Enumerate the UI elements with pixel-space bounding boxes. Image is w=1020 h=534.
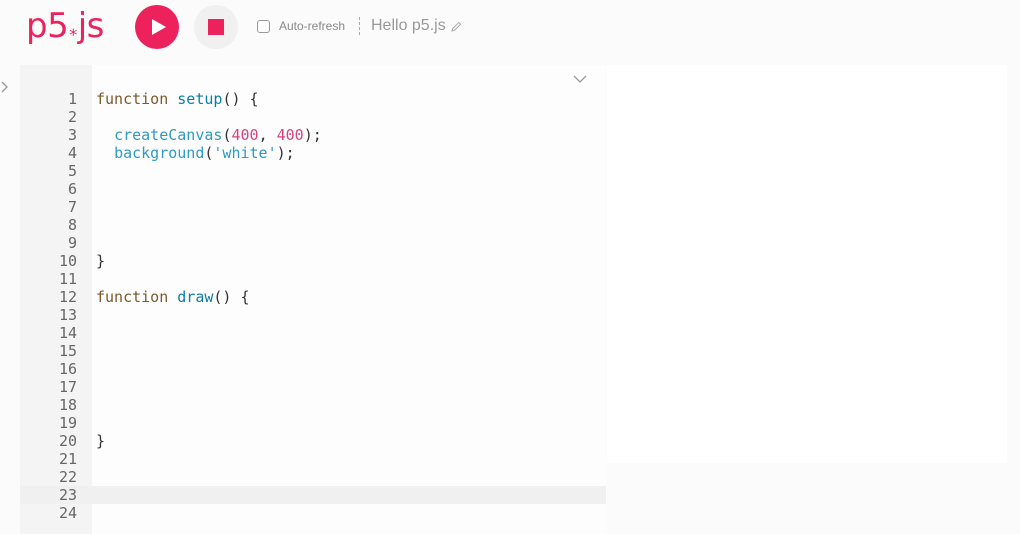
auto-refresh-checkbox[interactable] bbox=[257, 19, 270, 33]
code-line[interactable]: 15 bbox=[20, 342, 606, 360]
code-token: function bbox=[96, 90, 169, 108]
line-number: 5 bbox=[67, 162, 77, 180]
code-token: background bbox=[114, 144, 205, 162]
line-number: 2 bbox=[67, 108, 77, 126]
code-token: () { bbox=[222, 90, 259, 108]
code-line[interactable]: 20} bbox=[20, 432, 606, 450]
code-line[interactable]: 14 bbox=[20, 324, 606, 342]
code-text: createCanvas(400, 400); bbox=[96, 126, 322, 144]
code-line[interactable]: 17 bbox=[20, 378, 606, 396]
code-token: setup bbox=[177, 90, 223, 108]
code-token: 'white' bbox=[213, 144, 277, 162]
stop-button[interactable] bbox=[194, 5, 238, 49]
code-line[interactable]: 2 bbox=[20, 108, 606, 126]
line-number: 1 bbox=[67, 90, 77, 108]
code-token: createCanvas bbox=[114, 126, 223, 144]
code-token: draw bbox=[177, 288, 214, 306]
line-number: 16 bbox=[58, 360, 77, 378]
code-text: function setup() { bbox=[96, 90, 259, 108]
sketch-preview-canvas[interactable] bbox=[607, 65, 1007, 463]
line-number: 10 bbox=[58, 252, 77, 270]
toolbar: p5*js Auto-refresh Hello p5.js bbox=[0, 0, 1020, 64]
line-number: 6 bbox=[67, 180, 77, 198]
code-text: } bbox=[96, 252, 105, 270]
code-line[interactable]: 22 bbox=[20, 468, 606, 486]
auto-refresh-label: Auto-refresh bbox=[279, 19, 346, 33]
logo-main: p5 bbox=[26, 6, 69, 46]
line-number: 7 bbox=[67, 198, 77, 216]
line-number: 20 bbox=[58, 432, 77, 450]
chevron-down-icon[interactable] bbox=[572, 74, 588, 84]
code-line[interactable]: 21 bbox=[20, 450, 606, 468]
play-icon bbox=[152, 19, 166, 35]
code-line[interactable]: 11 bbox=[20, 270, 606, 288]
code-line[interactable]: 9 bbox=[20, 234, 606, 252]
sketch-name[interactable]: Hello p5.js bbox=[371, 17, 462, 35]
code-line[interactable]: 3 createCanvas(400, 400); bbox=[20, 126, 606, 144]
code-token: } bbox=[96, 252, 106, 270]
logo-asterisk: * bbox=[69, 25, 77, 44]
code-text: function draw() { bbox=[96, 288, 250, 306]
sketch-name-text: Hello p5.js bbox=[371, 17, 446, 34]
code-line[interactable]: 6 bbox=[20, 180, 606, 198]
code-lines: 1 function setup() {2 3 createCanvas(400, … bbox=[20, 90, 606, 522]
line-number: 21 bbox=[58, 450, 77, 468]
line-number: 15 bbox=[58, 342, 77, 360]
code-line[interactable]: 13 bbox=[20, 306, 606, 324]
code-line[interactable]: 8 bbox=[20, 216, 606, 234]
p5js-logo[interactable]: p5*js bbox=[26, 4, 104, 57]
code-line[interactable]: 10} bbox=[20, 252, 606, 270]
line-number: 19 bbox=[58, 414, 77, 432]
stop-icon bbox=[208, 19, 224, 35]
line-number: 11 bbox=[58, 270, 77, 288]
line-number: 14 bbox=[58, 324, 77, 342]
line-number: 13 bbox=[58, 306, 77, 324]
code-token: 400 bbox=[231, 126, 259, 144]
line-number: 9 bbox=[67, 234, 77, 252]
toolbar-divider bbox=[359, 17, 360, 35]
code-line[interactable]: 4 background('white'); bbox=[20, 144, 606, 162]
code-token: ); bbox=[276, 144, 295, 162]
line-number: 23 bbox=[58, 486, 77, 504]
code-text: } bbox=[96, 432, 105, 450]
code-token: } bbox=[96, 432, 106, 450]
code-line[interactable]: 12 function draw() { bbox=[20, 288, 606, 306]
line-number: 3 bbox=[67, 126, 77, 144]
code-line[interactable]: 1 function setup() { bbox=[20, 90, 606, 108]
code-token: () { bbox=[213, 288, 250, 306]
logo-suffix: js bbox=[77, 6, 105, 46]
line-number: 24 bbox=[58, 504, 77, 522]
code-line[interactable]: 18 bbox=[20, 396, 606, 414]
line-number: 4 bbox=[67, 144, 77, 162]
code-line[interactable]: 24 bbox=[20, 504, 606, 522]
code-line[interactable]: 5 bbox=[20, 162, 606, 180]
sidebar-toggle[interactable] bbox=[0, 80, 14, 98]
chevron-right-icon bbox=[1, 81, 8, 93]
pencil-icon[interactable] bbox=[451, 21, 462, 32]
play-button[interactable] bbox=[135, 5, 179, 49]
auto-refresh-toggle[interactable]: Auto-refresh bbox=[257, 19, 345, 33]
line-number: 18 bbox=[58, 396, 77, 414]
code-token: 400 bbox=[276, 126, 304, 144]
line-number: 12 bbox=[58, 288, 77, 306]
code-line[interactable]: 23 bbox=[20, 486, 606, 504]
code-token: function bbox=[96, 288, 169, 306]
code-token: , bbox=[258, 126, 277, 144]
line-number: 8 bbox=[67, 216, 77, 234]
code-editor[interactable]: 1 function setup() {2 3 createCanvas(400, … bbox=[20, 65, 606, 534]
code-text: background('white'); bbox=[96, 144, 295, 162]
line-number: 17 bbox=[58, 378, 77, 396]
code-line[interactable]: 7 bbox=[20, 198, 606, 216]
code-line[interactable]: 19 bbox=[20, 414, 606, 432]
code-token: ); bbox=[303, 126, 322, 144]
line-number: 22 bbox=[58, 468, 77, 486]
code-line[interactable]: 16 bbox=[20, 360, 606, 378]
